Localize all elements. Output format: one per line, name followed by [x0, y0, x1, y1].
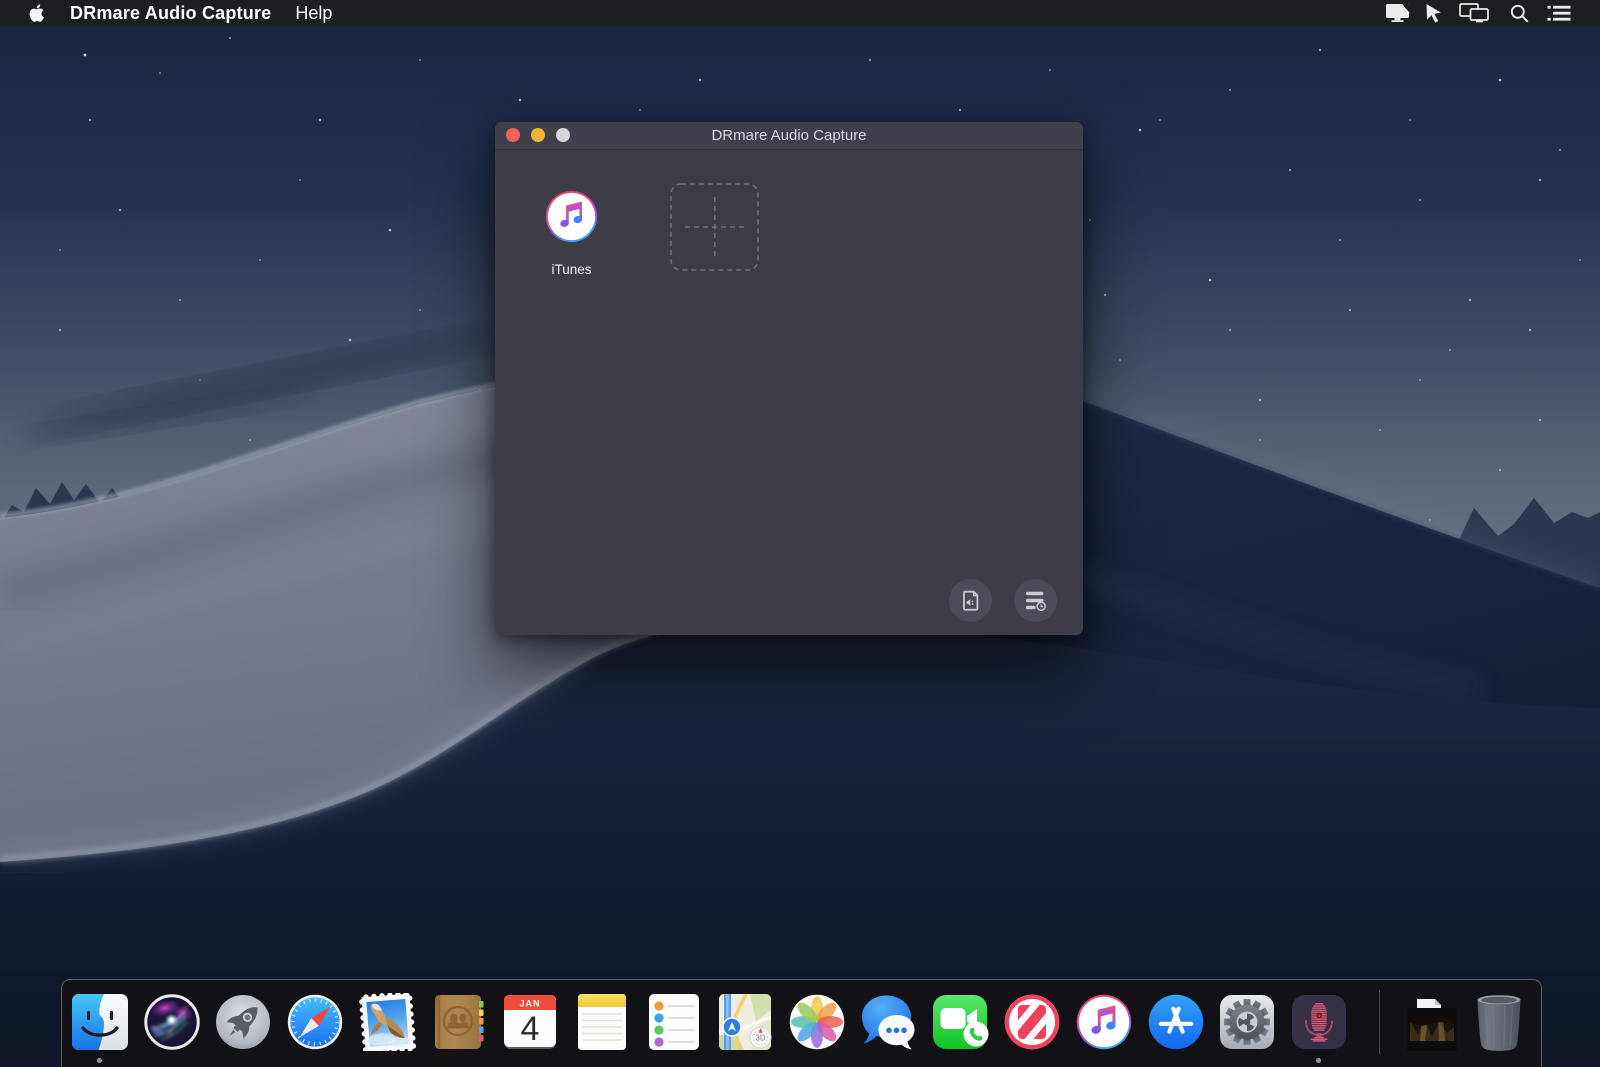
svg-text:JAN: JAN [520, 999, 541, 1009]
svg-text:4: 4 [521, 1010, 540, 1048]
svg-text:3D: 3D [756, 1034, 766, 1043]
